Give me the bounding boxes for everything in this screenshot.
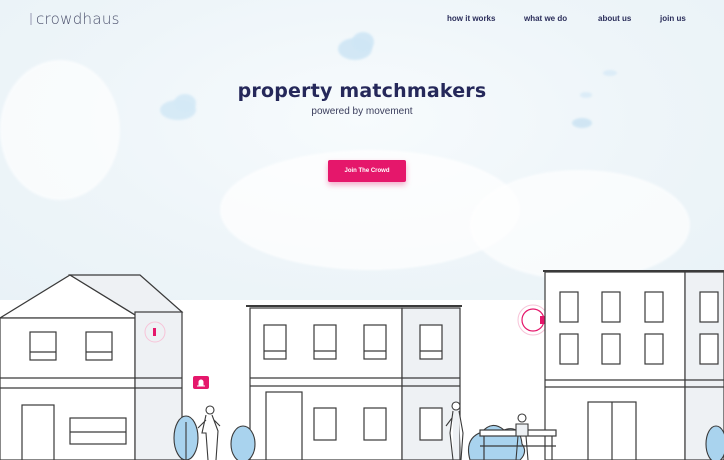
left-house-illustration (0, 274, 184, 460)
join-the-crowd-button[interactable]: Join The Crowd (328, 160, 406, 182)
nav-what-we-do[interactable]: what we do (524, 14, 567, 23)
cloud-icon (603, 70, 617, 76)
nav-join-us[interactable]: join us (660, 14, 686, 23)
right-building-illustration (543, 270, 724, 460)
location-ring-icon (517, 304, 549, 336)
nav-about-us[interactable]: about us (598, 14, 631, 23)
logo-mark-icon (30, 13, 32, 25)
hero-title: property matchmakers (237, 80, 487, 102)
top-nav: crowdhaus how it works what we do about … (0, 0, 724, 40)
nav-how-it-works[interactable]: how it works (447, 14, 495, 23)
logo-text: crowdhaus (36, 10, 120, 28)
logo[interactable]: crowdhaus (30, 10, 120, 28)
middle-house-illustration (246, 305, 462, 460)
hero-subtitle: powered by movement (311, 106, 413, 117)
street-illustration (0, 270, 724, 460)
cloud-icon (572, 118, 592, 128)
